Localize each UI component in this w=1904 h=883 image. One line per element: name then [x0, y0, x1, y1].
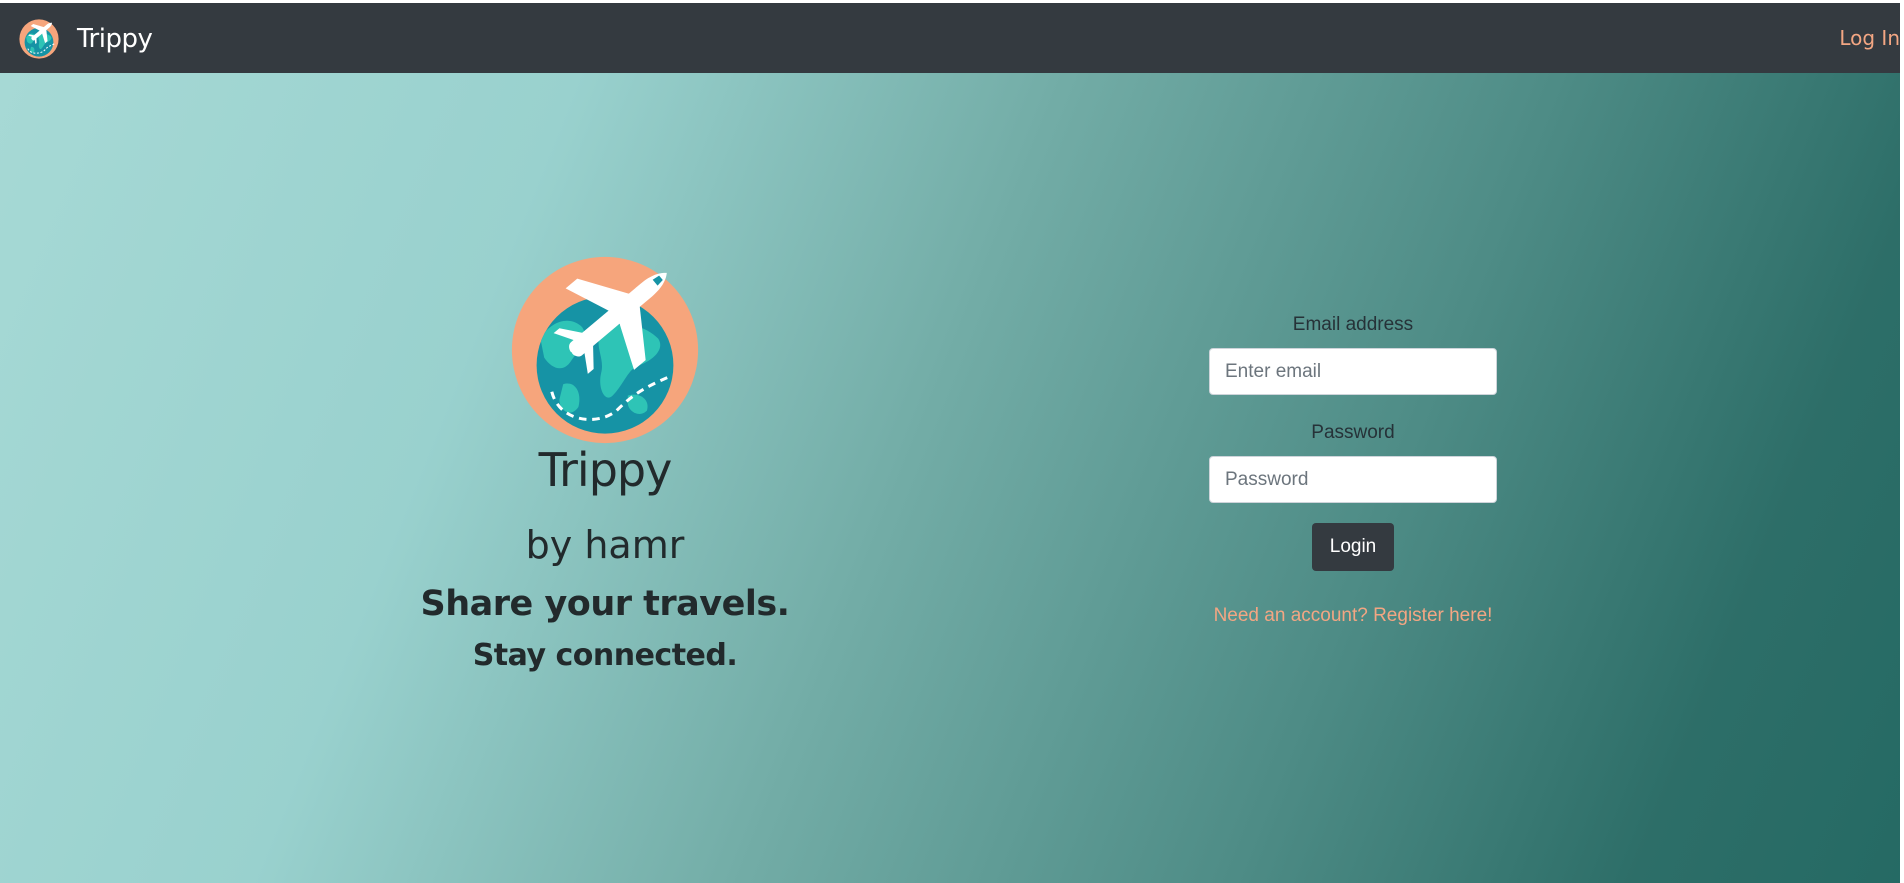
- register-link[interactable]: Need an account? Register here!: [1180, 604, 1526, 628]
- hero-title: Trippy: [538, 443, 673, 497]
- hero-byline: by hamr: [525, 523, 685, 567]
- globe-airplane-logo-icon: [511, 256, 699, 444]
- hero-section: Trippy by hamr Share your travels. Stay …: [0, 73, 1900, 883]
- navbar-login-link[interactable]: Log In: [1839, 25, 1900, 51]
- hero-tagline-share: Share your travels.: [420, 584, 790, 624]
- email-label: Email address: [1292, 314, 1414, 335]
- email-input[interactable]: [1209, 348, 1497, 395]
- navbar-brand[interactable]: Trippy: [77, 23, 153, 55]
- password-label: Password: [1311, 422, 1395, 443]
- password-input[interactable]: [1209, 456, 1497, 503]
- page-viewport: Trippy Log In Trippy by hamr Share your …: [0, 3, 1900, 883]
- globe-airplane-logo-icon[interactable]: [19, 19, 59, 59]
- login-button[interactable]: Login: [1312, 523, 1394, 571]
- browser-frame: Trippy Log In Trippy by hamr Share your …: [0, 0, 1904, 883]
- top-navbar: Trippy Log In: [0, 3, 1900, 73]
- hero-tagline-connected: Stay connected.: [472, 638, 738, 673]
